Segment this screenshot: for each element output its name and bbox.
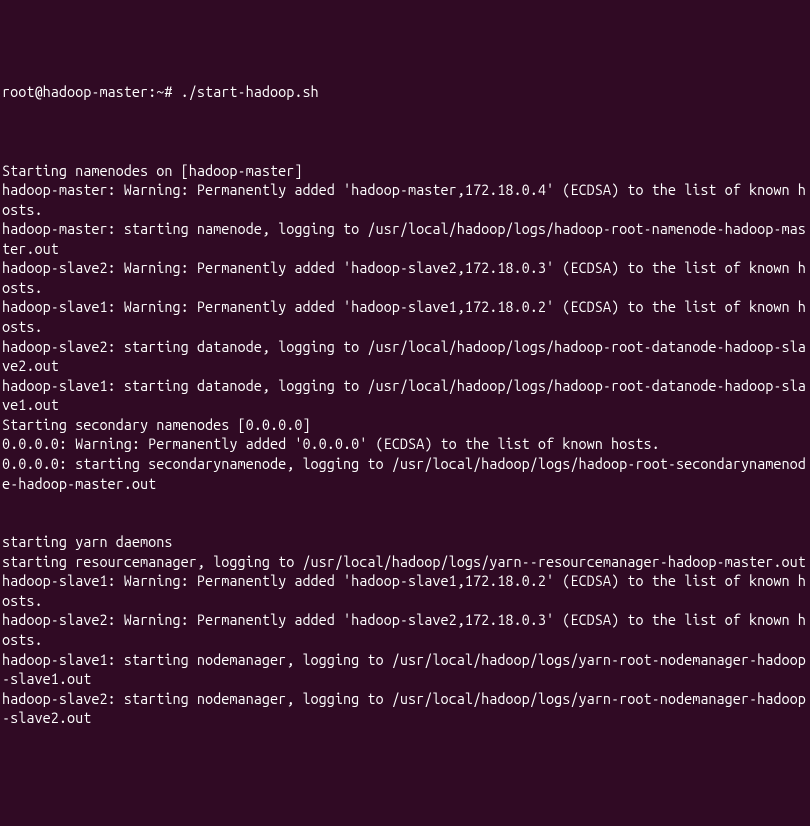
shell-prompt: root@hadoop-master:~# — [2, 83, 181, 100]
terminal-window[interactable]: root@hadoop-master:~# ./start-hadoop.sh … — [2, 82, 808, 728]
terminal-output: Starting namenodes on [hadoop-master] ha… — [2, 162, 806, 727]
command-text: ./start-hadoop.sh — [181, 83, 319, 100]
command-line: root@hadoop-master:~# ./start-hadoop.sh — [2, 82, 808, 102]
